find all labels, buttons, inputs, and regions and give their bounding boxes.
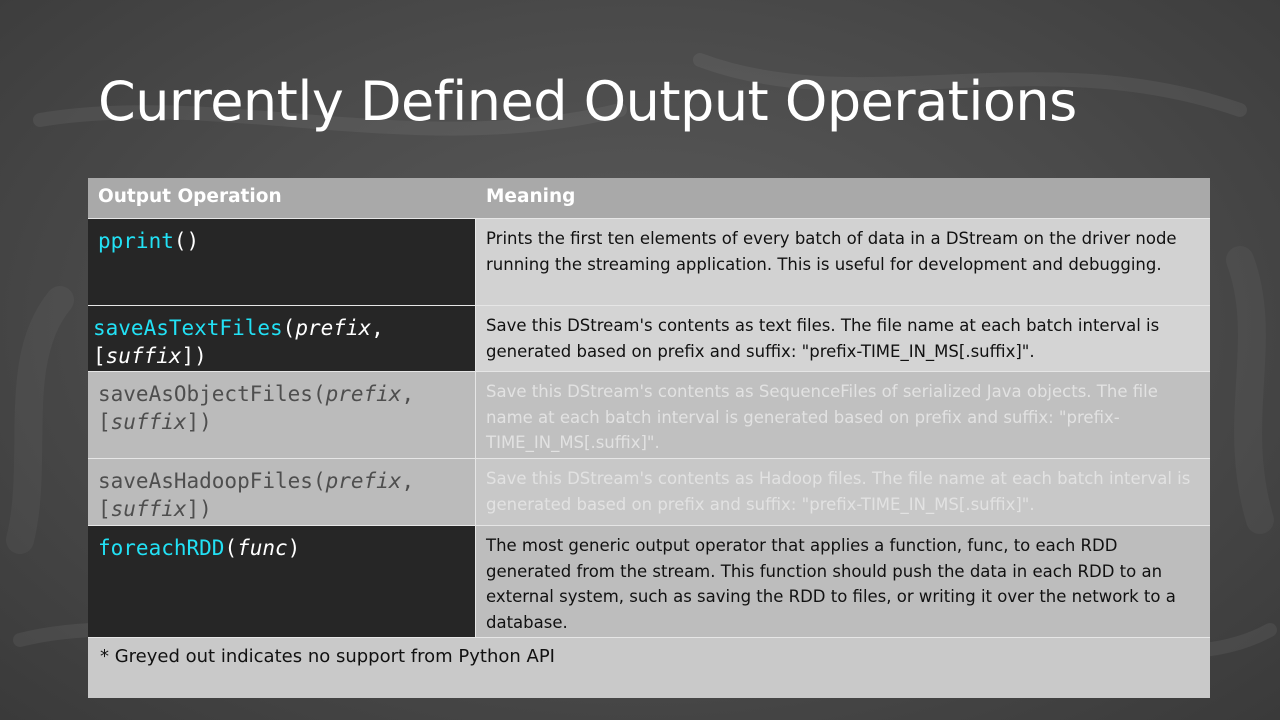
function-name: foreachRDD [98, 536, 225, 560]
function-name: saveAsHadoopFiles [98, 469, 313, 493]
slide-title: Currently Defined Output Operations [98, 70, 1077, 133]
meaning-cell: Save this DStream's contents as text fil… [476, 306, 1210, 371]
function-name: saveAsTextFiles [93, 316, 283, 340]
operation-cell: foreachRDD(func) [88, 526, 476, 637]
meaning-cell: Save this DStream's contents as Hadoop f… [476, 459, 1210, 525]
meaning-cell: The most generic output operator that ap… [476, 526, 1210, 637]
argument-suffix: suffix [105, 344, 182, 368]
footnote: * Greyed out indicates no support from P… [88, 638, 1210, 698]
operation-cell: saveAsHadoopFiles(prefix, [suffix]) [88, 459, 476, 525]
argument-prefix: prefix [325, 382, 402, 406]
table-row: saveAsTextFiles(prefix, [suffix]) Save t… [88, 306, 1210, 372]
operation-cell: saveAsObjectFiles(prefix, [suffix]) [88, 372, 476, 458]
argument-suffix: suffix [110, 497, 187, 521]
function-name: saveAsObjectFiles [98, 382, 313, 406]
argument-prefix: prefix [325, 469, 402, 493]
argument-prefix: prefix [295, 316, 372, 340]
table-row-greyed: saveAsHadoopFiles(prefix, [suffix]) Save… [88, 459, 1210, 526]
meaning-cell: Prints the first ten elements of every b… [476, 219, 1210, 305]
operation-cell: saveAsTextFiles(prefix, [suffix]) [88, 306, 476, 371]
header-meaning: Meaning [486, 186, 576, 207]
meaning-cell: Save this DStream's contents as Sequence… [476, 372, 1210, 458]
operation-cell: pprint() [88, 219, 476, 305]
table-row-greyed: saveAsObjectFiles(prefix, [suffix]) Save… [88, 372, 1210, 459]
table-header-row: Output Operation Meaning [88, 178, 1210, 219]
header-output-operation: Output Operation [98, 186, 282, 207]
argument-suffix: suffix [110, 410, 187, 434]
function-name: pprint [98, 229, 174, 253]
table-row: pprint() Prints the first ten elements o… [88, 219, 1210, 306]
output-operations-table: Output Operation Meaning pprint() Prints… [88, 178, 1210, 698]
argument-func: func [237, 536, 288, 560]
table-row: foreachRDD(func) The most generic output… [88, 526, 1210, 638]
